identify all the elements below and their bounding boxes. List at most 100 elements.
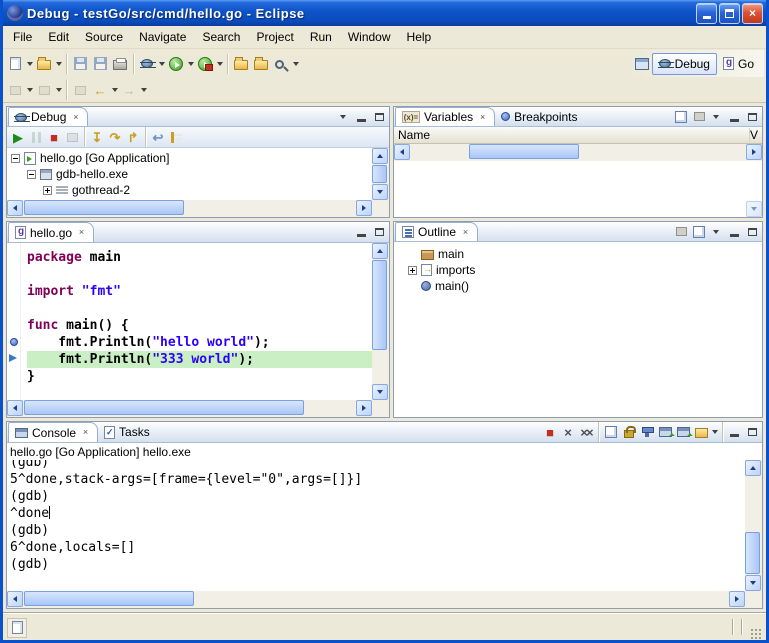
menu-project[interactable]: Project	[248, 27, 301, 47]
save-button[interactable]	[70, 53, 90, 75]
close-window-button[interactable]: ×	[742, 3, 763, 24]
column-value[interactable]: V	[750, 128, 762, 142]
next-annotation-button[interactable]	[5, 79, 25, 101]
save-all-button[interactable]	[90, 53, 110, 75]
outline-view-menu-button[interactable]	[708, 225, 724, 239]
editor-minimize-button[interactable]	[353, 225, 369, 239]
tab-breakpoints[interactable]: Breakpoints	[495, 107, 583, 126]
disconnect-button[interactable]	[63, 128, 81, 146]
variables-horizontal-scrollbar[interactable]	[394, 144, 762, 161]
drop-to-frame-button[interactable]: ↩	[149, 128, 167, 146]
variables-content[interactable]	[394, 161, 762, 217]
open-type-button[interactable]	[251, 53, 271, 75]
show-type-names-button[interactable]	[672, 108, 690, 126]
next-annotation-dropdown[interactable]	[25, 79, 34, 101]
previous-annotation-button[interactable]	[34, 79, 54, 101]
scroll-down-button[interactable]	[372, 384, 388, 400]
debug-view-minimize-button[interactable]	[353, 110, 369, 124]
tree-item-process[interactable]: gdb-hello.exe	[7, 166, 372, 182]
debug-view-maximize-button[interactable]	[371, 110, 387, 124]
new-project-button[interactable]	[34, 53, 54, 75]
external-tools-dropdown[interactable]	[215, 53, 224, 75]
external-tools-button[interactable]	[195, 53, 215, 75]
scroll-right-button[interactable]	[729, 591, 745, 607]
tab-debug-close[interactable]: ×	[70, 112, 81, 123]
scroll-up-button[interactable]	[372, 148, 388, 164]
scroll-right-button[interactable]	[356, 400, 372, 416]
scroll-down-button[interactable]	[372, 184, 388, 200]
open-perspective-button[interactable]	[632, 53, 652, 75]
run-button[interactable]	[166, 53, 186, 75]
scroll-down-button[interactable]	[745, 575, 761, 591]
perspective-go-button[interactable]: Go	[717, 53, 760, 75]
back-dropdown[interactable]	[110, 79, 119, 101]
console-text-area[interactable]: (gdb) 5^done,stack-args=[frame={level="0…	[7, 460, 762, 591]
collapse-expander-icon[interactable]	[27, 170, 36, 179]
outline-item-main-func[interactable]: main()	[408, 278, 762, 294]
open-console-dropdown[interactable]	[710, 421, 719, 443]
scroll-left-button[interactable]	[394, 144, 410, 160]
expand-expander-icon[interactable]	[43, 186, 52, 195]
menu-source[interactable]: Source	[77, 27, 131, 47]
search-dropdown[interactable]	[291, 53, 300, 75]
expand-expander-icon[interactable]	[408, 266, 417, 275]
fast-view-button[interactable]	[7, 618, 27, 638]
scrollbar-thumb[interactable]	[372, 165, 387, 183]
open-resource-button[interactable]	[231, 53, 251, 75]
perspective-debug-button[interactable]: Debug	[652, 53, 717, 75]
search-button[interactable]	[271, 53, 291, 75]
menu-run[interactable]: Run	[302, 27, 340, 47]
suspend-button[interactable]	[27, 128, 45, 146]
scroll-left-button[interactable]	[7, 400, 23, 416]
debug-dropdown[interactable]	[157, 53, 166, 75]
console-maximize-button[interactable]	[744, 425, 760, 439]
print-button[interactable]	[110, 53, 130, 75]
remove-launch-button[interactable]: ×	[559, 423, 577, 441]
last-edit-location-button[interactable]	[70, 79, 90, 101]
tab-hello-go[interactable]: hello.go ×	[8, 222, 94, 242]
new-wizard-button[interactable]	[5, 53, 25, 75]
terminate-button[interactable]: ■	[45, 128, 63, 146]
tab-outline-close[interactable]: ×	[460, 227, 471, 238]
debug-horizontal-scrollbar[interactable]	[7, 200, 372, 217]
menu-edit[interactable]: Edit	[40, 27, 77, 47]
show-on-stderr-button[interactable]	[674, 423, 692, 441]
scroll-left-button[interactable]	[7, 200, 23, 216]
clear-console-button[interactable]	[602, 423, 620, 441]
debug-button[interactable]	[137, 53, 157, 75]
step-over-button[interactable]: ↷	[106, 128, 124, 146]
minimize-window-button[interactable]	[696, 3, 717, 24]
scrollbar-thumb[interactable]	[24, 591, 194, 606]
outline-maximize-button[interactable]	[744, 225, 760, 239]
outline-item-package[interactable]: main	[408, 246, 762, 262]
scroll-right-button[interactable]	[356, 200, 372, 216]
scrollbar-thumb[interactable]	[469, 144, 579, 159]
pin-console-button[interactable]	[638, 423, 656, 441]
scrollbar-thumb[interactable]	[24, 200, 184, 215]
menu-search[interactable]: Search	[194, 27, 248, 47]
scroll-right-button[interactable]	[746, 144, 762, 160]
console-minimize-button[interactable]	[726, 425, 742, 439]
new-project-dropdown[interactable]	[54, 53, 63, 75]
menu-navigate[interactable]: Navigate	[131, 27, 194, 47]
tab-console-close[interactable]: ×	[80, 427, 91, 438]
code-area[interactable]: package main import "fmt" func main() { …	[21, 243, 389, 417]
editor-horizontal-scrollbar[interactable]	[7, 400, 372, 417]
scroll-lock-button[interactable]	[620, 423, 638, 441]
outline-minimize-button[interactable]	[726, 225, 742, 239]
titlebar[interactable]: Debug - testGo/src/cmd/hello.go - Eclips…	[3, 0, 766, 26]
console-horizontal-scrollbar[interactable]	[7, 591, 745, 608]
previous-annotation-dropdown[interactable]	[54, 79, 63, 101]
console-terminate-button[interactable]: ■	[541, 423, 559, 441]
tab-outline[interactable]: Outline ×	[395, 222, 478, 241]
forward-button[interactable]: →	[119, 79, 139, 101]
resume-button[interactable]: ▶	[9, 128, 27, 146]
scrollbar-thumb[interactable]	[745, 532, 760, 574]
variables-view-maximize-button[interactable]	[744, 110, 760, 124]
debug-vertical-scrollbar[interactable]	[372, 148, 389, 200]
maximize-window-button[interactable]	[719, 3, 740, 24]
editor-maximize-button[interactable]	[371, 225, 387, 239]
tab-debug[interactable]: Debug ×	[8, 107, 88, 126]
new-wizard-dropdown[interactable]	[25, 53, 34, 75]
editor-vertical-scrollbar[interactable]	[372, 243, 389, 400]
